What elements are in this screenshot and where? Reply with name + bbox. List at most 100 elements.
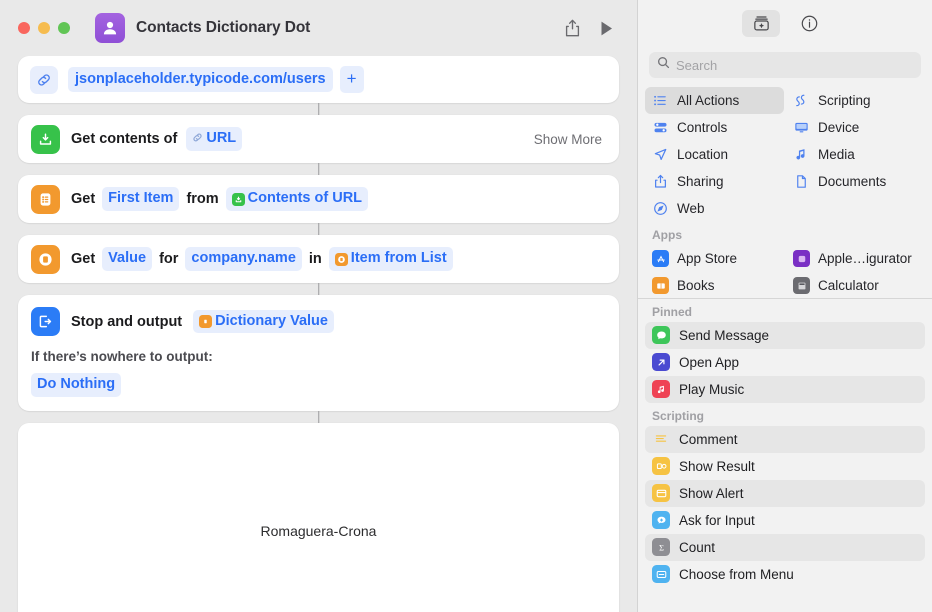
count-sigma-icon: Σ	[652, 538, 670, 556]
share-button[interactable]	[555, 13, 589, 43]
apps-grid-row2: Books Calculator	[638, 272, 932, 296]
stop-choice-button[interactable]: Do Nothing	[31, 373, 122, 397]
item-from-list-var-icon	[334, 252, 348, 266]
show-result-icon	[652, 457, 670, 475]
list-item-show-alert[interactable]: Show Alert	[645, 479, 925, 507]
traffic-lights[interactable]	[18, 22, 70, 34]
app-item-apple-configurator[interactable]: Apple…igurator	[786, 245, 925, 272]
info-button[interactable]	[790, 10, 828, 37]
list-item-send-message[interactable]: Send Message	[645, 321, 925, 349]
category-scripting[interactable]: Scripting	[786, 87, 925, 114]
category-all-actions[interactable]: All Actions	[645, 87, 784, 114]
messages-bubble-icon	[652, 326, 670, 344]
search-input[interactable]: Search	[649, 52, 921, 78]
app-store-icon	[652, 250, 669, 267]
ask-input-icon	[652, 511, 670, 529]
list-item-label: Open App	[679, 354, 740, 370]
scripting-icon	[793, 93, 810, 108]
run-button[interactable]	[589, 13, 623, 43]
calculator-icon	[793, 277, 810, 294]
title-bar: Contacts Dictionary Dot	[0, 0, 637, 56]
display-monitor-icon	[793, 120, 810, 135]
list-item-ask-for-input[interactable]: Ask for Input	[645, 507, 925, 534]
category-sharing[interactable]: Sharing	[645, 168, 784, 195]
get-dict-value-wrap: Get Value for company.name in Item from …	[18, 235, 619, 295]
minimize-button[interactable]	[38, 22, 50, 34]
url-action-card[interactable]: jsonplaceholder.typicode.com/users +	[18, 56, 619, 103]
action-card-get-item-from-list[interactable]: Get First Item from Contents of URL	[18, 175, 619, 223]
list-item-label: Play Music	[679, 381, 745, 397]
books-icon	[652, 277, 669, 294]
show-alert-icon	[652, 484, 670, 502]
category-media[interactable]: Media	[786, 141, 925, 168]
variable-item-from-list[interactable]: Item from List	[328, 247, 453, 271]
list-item-label: Send Message	[679, 327, 770, 343]
action-card-get-contents[interactable]: Get contents of URL Show More	[18, 115, 619, 163]
category-label: Sharing	[677, 174, 724, 189]
pinned-section-header: Pinned	[652, 304, 693, 319]
variable-contents-of-url[interactable]: Contents of URL	[225, 187, 369, 211]
workflow-canvas: jsonplaceholder.typicode.com/users + Get…	[0, 56, 637, 612]
share-up-icon	[652, 174, 669, 189]
stop-header-row: Stop and output Dictionary Value	[31, 307, 606, 336]
music-play-icon	[652, 380, 670, 398]
list-item-label: Comment	[679, 431, 738, 447]
param-value[interactable]: Value	[102, 247, 153, 271]
param-key-path[interactable]: company.name	[185, 247, 302, 271]
category-device[interactable]: Device	[786, 114, 925, 141]
list-item-label: Show Result	[679, 458, 755, 474]
action-label: Get contents of	[71, 131, 178, 147]
word-get: Get	[71, 251, 96, 267]
editor-pane: Contacts Dictionary Dot jsonplaceholder.…	[0, 0, 637, 612]
action-param-url[interactable]: URL	[186, 127, 243, 151]
svg-text:Σ: Σ	[659, 543, 664, 552]
apps-grid-clipped-row: Books Calculator	[638, 272, 932, 296]
search-placeholder: Search	[676, 57, 718, 73]
list-item-icon	[31, 184, 60, 214]
category-label: Documents	[818, 174, 887, 189]
document-page-icon	[793, 174, 810, 189]
zoom-button[interactable]	[58, 22, 70, 34]
param-first-item[interactable]: First Item	[102, 187, 180, 211]
close-button[interactable]	[18, 22, 30, 34]
url-value-field[interactable]: jsonplaceholder.typicode.com/users	[68, 67, 333, 92]
list-item-open-app[interactable]: Open App	[645, 349, 925, 376]
category-label: Location	[677, 147, 729, 162]
action-card-stop-and-output[interactable]: Stop and output Dictionary Value If ther…	[18, 295, 619, 411]
app-item-books[interactable]: Books	[645, 272, 784, 296]
category-location[interactable]: Location	[645, 141, 784, 168]
app-item-app-store[interactable]: App Store	[645, 245, 784, 272]
page-title: Contacts Dictionary Dot	[136, 19, 311, 36]
dictionary-icon	[31, 244, 60, 274]
category-web[interactable]: Web	[645, 195, 784, 222]
add-url-button[interactable]: +	[339, 66, 364, 93]
action-library-button[interactable]	[742, 9, 780, 37]
stop-and-output-icon	[31, 307, 60, 336]
list-item-count[interactable]: Σ Count	[645, 533, 925, 561]
category-controls[interactable]: Controls	[645, 114, 784, 141]
app-label: Calculator	[818, 278, 879, 293]
list-item-show-result[interactable]: Show Result	[645, 453, 925, 480]
app-item-calculator[interactable]: Calculator	[786, 272, 925, 296]
get-contents-wrap: Get contents of URL Show More	[18, 115, 619, 175]
connector-line	[317, 410, 320, 423]
category-documents[interactable]: Documents	[786, 168, 925, 195]
action-library-sidebar: Search All Actions Scripting Controls De…	[637, 0, 932, 612]
word-in: in	[308, 251, 322, 267]
shortcuts-window: Contacts Dictionary Dot jsonplaceholder.…	[0, 0, 932, 612]
list-item-label: Ask for Input	[679, 512, 755, 528]
apps-grid: App Store Apple…igurator	[638, 245, 932, 272]
list-item-choose-from-menu[interactable]: Choose from Menu	[645, 561, 925, 588]
list-item-label: Count	[679, 539, 716, 555]
show-more-button[interactable]: Show More	[534, 132, 606, 147]
download-contents-icon	[31, 124, 60, 154]
word-for: for	[159, 251, 179, 267]
list-item-play-music[interactable]: Play Music	[645, 375, 925, 403]
param-dictionary-value[interactable]: Dictionary Value	[193, 309, 334, 334]
search-icon	[657, 56, 670, 74]
action-card-get-dictionary-value[interactable]: Get Value for company.name in Item from …	[18, 235, 619, 283]
contents-of-url-var-icon	[231, 192, 245, 206]
connector-line	[317, 223, 320, 235]
list-item-comment[interactable]: Comment	[645, 425, 925, 453]
param-label: Dictionary Value	[215, 312, 328, 329]
